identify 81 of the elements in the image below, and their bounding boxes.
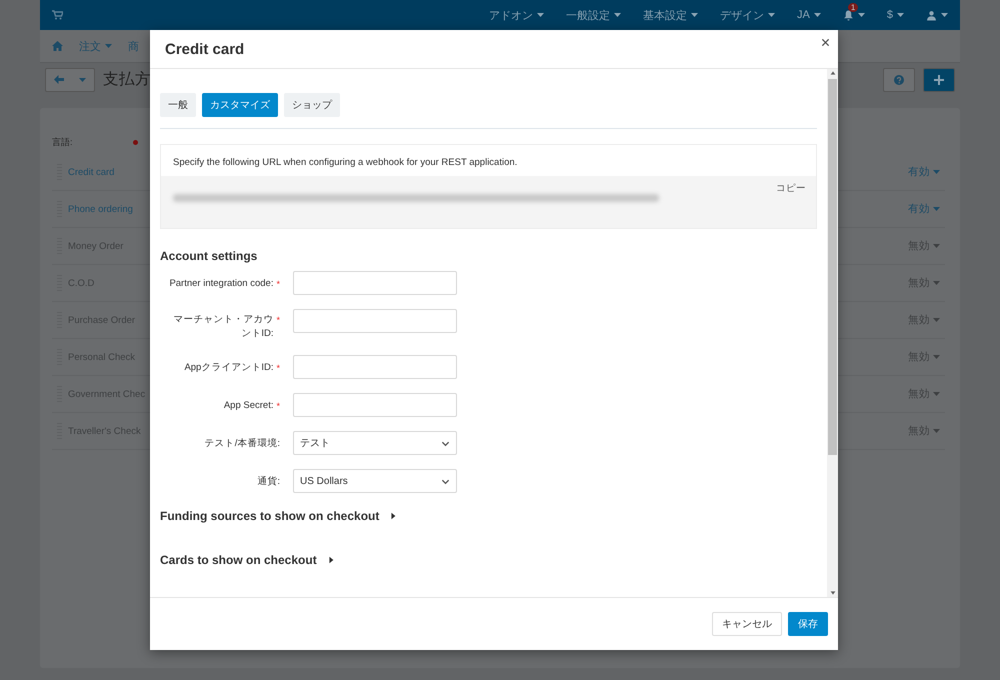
caret-right-icon <box>389 512 398 520</box>
caret-icon <box>933 281 940 285</box>
required-mark: * <box>276 314 280 327</box>
payment-method-name[interactable]: Credit card <box>68 166 114 178</box>
plus-icon <box>934 74 944 84</box>
caret-icon <box>933 170 940 174</box>
field-label: 通貨: <box>257 475 280 489</box>
select-field[interactable]: US Dollars <box>293 469 457 493</box>
dialog-title: Credit card <box>165 40 244 58</box>
field-label: Partner integration code: <box>169 277 274 291</box>
field-label: 言語: <box>52 136 73 148</box>
caret-right-icon <box>326 556 335 564</box>
caret-icon <box>814 13 821 17</box>
nav-menu[interactable]: 商 <box>128 38 139 54</box>
chevron-down-icon <box>441 476 450 486</box>
field-label: App Secret: <box>224 399 274 413</box>
caret-icon <box>858 13 865 17</box>
caret-icon <box>79 78 86 82</box>
caret-icon <box>691 13 698 17</box>
payment-method-name[interactable]: Phone ordering <box>68 204 133 214</box>
caret-icon <box>933 355 940 359</box>
status-dropdown[interactable]: 有効 <box>908 202 940 216</box>
caret-icon <box>614 13 622 17</box>
save-button[interactable]: 保存 <box>788 612 828 636</box>
page-title: 支払方 <box>103 70 151 90</box>
notification-menu[interactable] <box>842 10 865 20</box>
scroll-up-icon <box>828 69 836 77</box>
collapsible-section[interactable]: Cards to show on checkout <box>160 553 817 567</box>
top-menu[interactable]: JA <box>797 9 821 21</box>
tab[interactable]: 一般 <box>160 93 196 117</box>
text-field[interactable] <box>293 271 457 295</box>
text-field[interactable] <box>293 309 457 333</box>
nav-menu[interactable]: 注文 <box>79 38 112 54</box>
notification-badge: 1 <box>848 2 858 12</box>
caret-icon <box>105 44 112 48</box>
copy-link[interactable]: コピー <box>776 182 806 195</box>
caret-icon <box>941 13 948 17</box>
status-dropdown[interactable]: 有効 <box>908 165 940 179</box>
arrow-left-icon <box>54 75 64 84</box>
caret-icon <box>933 429 940 433</box>
user-icon <box>926 10 937 20</box>
top-menu[interactable]: デザイン <box>720 8 776 22</box>
help-button[interactable] <box>883 68 915 92</box>
required-dot-icon <box>132 140 138 144</box>
chevron-down-icon <box>441 438 450 448</box>
required-mark: * <box>276 400 280 413</box>
collapsible-section[interactable]: Funding sources to show on checkout <box>160 509 817 523</box>
add-button[interactable] <box>923 68 955 92</box>
caret-icon <box>933 207 940 211</box>
caret-icon <box>897 13 904 17</box>
instruction-text: Specify the following URL when configuring a webhook for your REST application. <box>172 156 518 170</box>
section-heading: Account settings <box>160 249 258 263</box>
top-menu[interactable]: アドオン <box>489 8 544 22</box>
top-menu[interactable]: 基本設定 <box>643 8 698 22</box>
top-menu[interactable]: 一般設定 <box>566 8 622 22</box>
field-label: テスト/本番環境: <box>204 437 280 451</box>
close-icon <box>821 38 830 47</box>
required-mark: * <box>276 362 280 375</box>
field-label: マーチャント・アカウントID: <box>172 313 274 341</box>
home-icon[interactable] <box>52 41 63 51</box>
caret-icon <box>933 244 940 248</box>
caret-icon <box>768 13 776 17</box>
cancel-button[interactable]: キャンセル <box>712 612 782 636</box>
help-icon <box>894 74 904 84</box>
scrollbar[interactable] <box>827 69 838 597</box>
caret-icon <box>537 13 544 17</box>
text-field[interactable] <box>293 393 457 417</box>
field-label: AppクライアントID: <box>184 361 274 375</box>
tab[interactable]: カスタマイズ <box>202 93 278 117</box>
tab[interactable]: ショップ <box>284 93 340 117</box>
user-menu[interactable] <box>926 10 948 20</box>
top-menu[interactable]: $ <box>886 9 904 21</box>
back-button[interactable] <box>45 68 95 92</box>
scroll-down-icon <box>828 589 836 597</box>
cart-icon[interactable] <box>52 10 63 20</box>
text-field[interactable] <box>293 355 457 379</box>
caret-icon <box>933 318 940 322</box>
select-field[interactable]: テスト <box>293 431 457 455</box>
bell-icon <box>842 10 854 20</box>
required-mark: * <box>276 278 280 291</box>
caret-icon <box>933 392 940 396</box>
